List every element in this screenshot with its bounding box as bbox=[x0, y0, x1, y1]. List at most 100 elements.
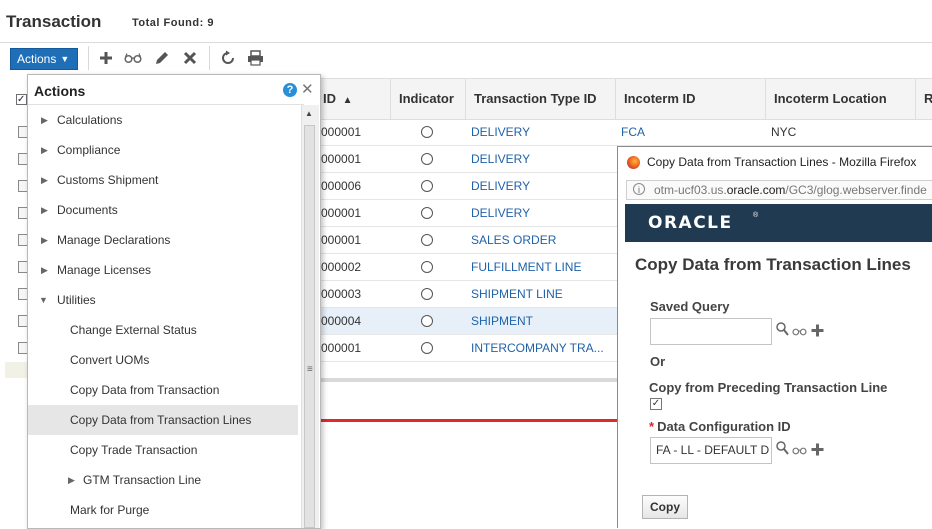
scroll-up-arrow-icon[interactable]: ▲ bbox=[305, 109, 313, 118]
column-header-id[interactable]: ID ▲ bbox=[315, 79, 390, 119]
menu-item-calculations[interactable]: ▶ Calculations bbox=[28, 105, 298, 135]
actions-button[interactable]: Actions ▼ bbox=[10, 48, 78, 70]
firefox-popup-window: Copy Data from Transaction Lines - Mozil… bbox=[617, 146, 932, 528]
transaction-type-link[interactable]: INTERCOMPANY TRA... bbox=[465, 335, 615, 361]
sort-ascending-icon: ▲ bbox=[342, 95, 353, 106]
view-glasses-icon[interactable] bbox=[792, 325, 807, 339]
menu-item-convert-uoms[interactable]: Convert UOMs bbox=[28, 345, 298, 375]
menu-scrollbar[interactable]: ▲ ≡ bbox=[301, 105, 319, 528]
caret-down-icon: ▼ bbox=[60, 54, 70, 64]
info-icon[interactable]: i bbox=[633, 183, 645, 195]
incoterm-link[interactable]: FCA bbox=[615, 119, 765, 145]
table-row[interactable]: 000001 DELIVERY FCA NYC bbox=[315, 119, 932, 146]
oracle-brand-bar: ORACLE ® bbox=[625, 204, 932, 242]
indicator-radio[interactable] bbox=[421, 207, 433, 219]
transaction-type-link[interactable]: DELIVERY bbox=[465, 200, 615, 226]
column-header-indicator[interactable]: Indicator bbox=[390, 79, 465, 119]
copy-preceding-label: Copy from Preceding Transaction Line bbox=[649, 380, 888, 395]
grid-scroll-divider bbox=[315, 378, 617, 382]
indicator-radio[interactable] bbox=[421, 180, 433, 192]
column-header-incoterm-id[interactable]: Incoterm ID bbox=[615, 79, 765, 119]
total-found-count: Total Found: 9 bbox=[132, 17, 214, 29]
indicator-radio[interactable] bbox=[421, 153, 433, 165]
expand-arrow-icon: ▶ bbox=[41, 205, 48, 215]
help-icon[interactable]: ? bbox=[283, 83, 297, 97]
indicator-radio[interactable] bbox=[421, 261, 433, 273]
search-icon[interactable] bbox=[776, 322, 789, 339]
menu-item-documents[interactable]: ▶ Documents bbox=[28, 195, 298, 225]
add-icon[interactable] bbox=[811, 443, 824, 459]
indicator-radio[interactable] bbox=[421, 315, 433, 327]
menu-item-customs-shipment[interactable]: ▶ Customs Shipment bbox=[28, 165, 298, 195]
or-label: Or bbox=[650, 354, 666, 369]
transaction-type-link[interactable]: SALES ORDER bbox=[465, 227, 615, 253]
expand-arrow-icon: ▶ bbox=[68, 475, 75, 485]
oracle-logo: ORACLE bbox=[648, 213, 733, 233]
transaction-type-link[interactable]: SHIPMENT LINE bbox=[465, 281, 615, 307]
print-icon[interactable] bbox=[246, 49, 264, 67]
select-all-checkbox[interactable]: ✓ bbox=[16, 94, 27, 105]
menu-item-copy-trade-transaction[interactable]: Copy Trade Transaction bbox=[28, 435, 298, 465]
edit-pencil-icon[interactable] bbox=[153, 49, 171, 67]
expand-arrow-icon: ▶ bbox=[41, 265, 48, 275]
data-configuration-input[interactable]: FA - LL - DEFAULT D bbox=[650, 437, 772, 464]
indicator-radio[interactable] bbox=[421, 234, 433, 246]
view-glasses-icon[interactable] bbox=[792, 444, 807, 458]
transaction-type-link[interactable]: SHIPMENT bbox=[465, 308, 615, 334]
page-title: Transaction bbox=[6, 12, 102, 31]
menu-item-copy-data-from-transaction[interactable]: Copy Data from Transaction bbox=[28, 375, 298, 405]
menu-item-mark-for-purge[interactable]: Mark for Purge bbox=[28, 495, 298, 525]
menu-item-manage-licenses[interactable]: ▶ Manage Licenses bbox=[28, 255, 298, 285]
menu-item-change-external-status[interactable]: Change External Status bbox=[28, 315, 298, 345]
indicator-radio[interactable] bbox=[421, 342, 433, 354]
grid-footer-strip bbox=[5, 362, 27, 378]
registered-mark: ® bbox=[753, 212, 759, 219]
expand-arrow-icon: ▶ bbox=[41, 235, 48, 245]
transaction-type-link[interactable]: FULFILLMENT LINE bbox=[465, 254, 615, 280]
search-icon[interactable] bbox=[776, 441, 789, 458]
close-icon[interactable]: ✕ bbox=[301, 80, 314, 98]
saved-query-label: Saved Query bbox=[650, 299, 730, 314]
column-header-incoterm-location[interactable]: Incoterm Location bbox=[765, 79, 915, 119]
required-asterisk: * bbox=[649, 419, 655, 434]
dialog-title: Copy Data from Transaction Lines bbox=[635, 255, 911, 274]
saved-query-input[interactable] bbox=[650, 318, 772, 345]
indicator-radio[interactable] bbox=[421, 126, 433, 138]
firefox-logo-icon bbox=[627, 156, 640, 169]
column-header-more[interactable]: R bbox=[915, 79, 932, 119]
actions-menu-title: Actions bbox=[34, 83, 86, 99]
transaction-type-link[interactable]: DELIVERY bbox=[465, 119, 615, 145]
delete-icon[interactable] bbox=[181, 49, 199, 67]
url-bar[interactable]: i otm-ucf03.us.oracle.com/GC3/glog.webse… bbox=[626, 180, 932, 200]
add-icon[interactable] bbox=[811, 324, 824, 340]
actions-menu-panel: Actions ? ✕ ▶ Calculations ▶ Compliance … bbox=[27, 74, 321, 529]
grid-header: ID ▲ Indicator Transaction Type ID Incot… bbox=[315, 78, 932, 120]
expand-arrow-icon: ▶ bbox=[41, 145, 48, 155]
indicator-radio[interactable] bbox=[421, 288, 433, 300]
copy-preceding-checkbox[interactable]: ✓ bbox=[650, 398, 662, 410]
grip-icon: ≡ bbox=[307, 364, 313, 375]
transaction-type-link[interactable]: DELIVERY bbox=[465, 146, 615, 172]
scrollbar-thumb[interactable]: ≡ bbox=[304, 125, 315, 528]
menu-item-gtm-transaction-line[interactable]: ▶ GTM Transaction Line bbox=[28, 465, 298, 495]
column-header-transaction-type[interactable]: Transaction Type ID bbox=[465, 79, 615, 119]
actions-button-label: Actions bbox=[17, 52, 57, 66]
expand-arrow-icon: ▶ bbox=[41, 175, 48, 185]
window-titlebar[interactable]: Copy Data from Transaction Lines - Mozil… bbox=[618, 147, 932, 177]
window-title: Copy Data from Transaction Lines - Mozil… bbox=[647, 155, 917, 169]
view-glasses-icon[interactable] bbox=[124, 49, 142, 67]
url-text: otm-ucf03.us.oracle.com/GC3/glog.webserv… bbox=[654, 183, 927, 197]
add-icon[interactable] bbox=[97, 49, 115, 67]
toolbar-separator bbox=[88, 46, 89, 70]
expand-arrow-icon: ▶ bbox=[41, 115, 48, 125]
refresh-icon[interactable] bbox=[219, 49, 237, 67]
menu-item-utilities[interactable]: ▼ Utilities bbox=[28, 285, 298, 315]
data-configuration-label: * Data Configuration ID bbox=[649, 419, 791, 434]
copy-button[interactable]: Copy bbox=[642, 495, 688, 519]
collapse-arrow-icon: ▼ bbox=[39, 295, 48, 305]
menu-item-manage-declarations[interactable]: ▶ Manage Declarations bbox=[28, 225, 298, 255]
menu-item-compliance[interactable]: ▶ Compliance bbox=[28, 135, 298, 165]
highlight-pointer-line bbox=[316, 419, 617, 422]
menu-item-copy-data-from-transaction-lines[interactable]: Copy Data from Transaction Lines bbox=[28, 405, 298, 435]
transaction-type-link[interactable]: DELIVERY bbox=[465, 173, 615, 199]
